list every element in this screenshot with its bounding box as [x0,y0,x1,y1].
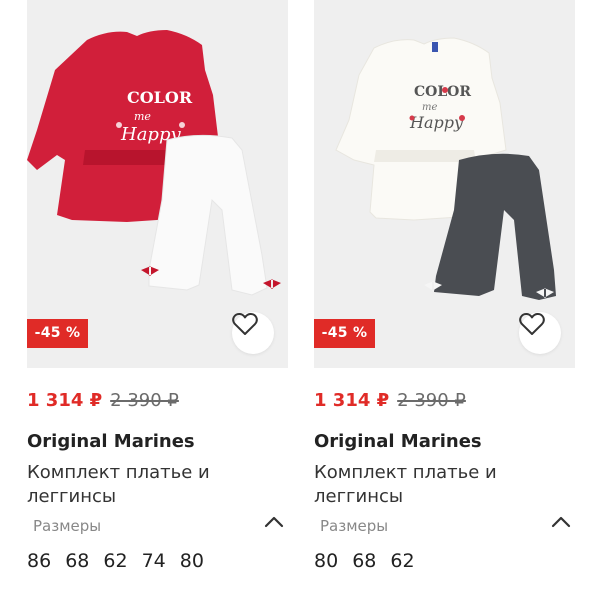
heart-outline-icon [232,312,258,335]
size-option[interactable]: 74 [142,550,166,572]
size-option[interactable]: 80 [180,550,204,572]
product-card[interactable]: COLOR me Happy -45 % 1 314 ₽ 2 390 ₽ Ori… [27,0,288,600]
price-row: 1 314 ₽ 2 390 ₽ [27,390,179,414]
price-current: 1 314 ₽ [27,390,103,411]
size-list: 80 68 62 [314,550,429,572]
size-option[interactable]: 68 [65,550,89,572]
chevron-up-icon[interactable] [263,513,285,529]
size-option[interactable]: 86 [27,550,51,572]
sizes-label: Размеры [320,517,389,535]
size-option[interactable]: 62 [103,550,127,572]
size-option[interactable]: 62 [390,550,414,572]
chevron-up-icon[interactable] [550,513,572,529]
price-row: 1 314 ₽ 2 390 ₽ [314,390,466,414]
size-list: 86 68 62 74 80 [27,550,218,572]
svg-text:COLOR: COLOR [414,84,471,100]
discount-badge: -45 % [27,319,88,348]
sizes-label: Размеры [33,517,102,535]
heart-outline-icon [519,312,545,335]
product-image[interactable]: COLOR me Happy -45 % [314,0,575,368]
product-grid: COLOR me Happy -45 % 1 314 ₽ 2 390 ₽ Ori… [0,0,600,600]
product-brand[interactable]: Original Marines [314,431,482,452]
price-old: 2 390 ₽ [110,390,179,411]
product-title[interactable]: Комплект платье и леггинсы [27,461,277,509]
size-option[interactable]: 80 [314,550,338,572]
discount-badge: -45 % [314,319,375,348]
svg-text:me: me [134,110,151,123]
product-image[interactable]: COLOR me Happy -45 % [27,0,288,368]
size-option[interactable]: 68 [352,550,376,572]
product-brand[interactable]: Original Marines [27,431,195,452]
svg-text:COLOR: COLOR [127,88,193,107]
add-to-favorites-button[interactable] [232,312,274,354]
product-card[interactable]: COLOR me Happy -45 % 1 314 ₽ 2 390 ₽ Ori… [314,0,575,600]
svg-text:me: me [422,102,437,113]
svg-text:Happy: Happy [409,113,464,132]
product-title[interactable]: Комплект платье и леггинсы [314,461,564,509]
price-old: 2 390 ₽ [397,390,466,411]
add-to-favorites-button[interactable] [519,312,561,354]
price-current: 1 314 ₽ [314,390,390,411]
